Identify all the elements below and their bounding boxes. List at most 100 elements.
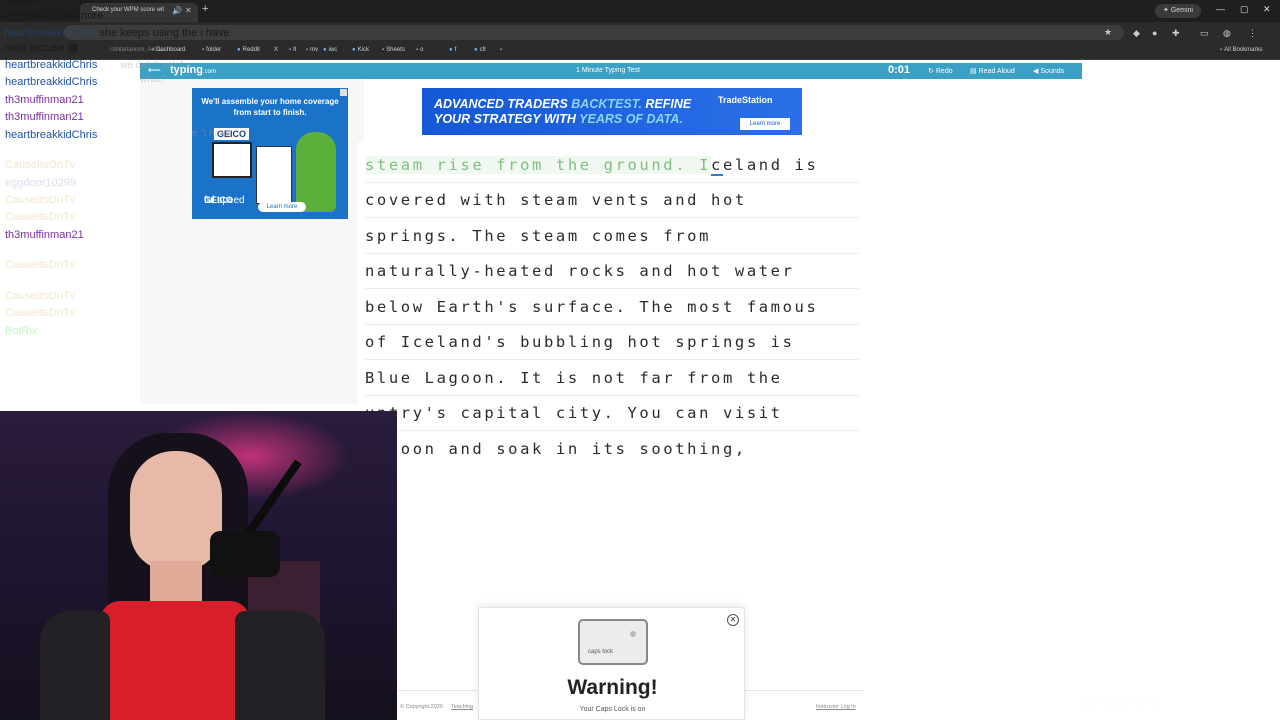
bookmark-item[interactable]: ● cfr bbox=[474, 47, 486, 53]
chat-username: eggdoor10299 bbox=[5, 177, 76, 189]
site-logo-suffix: .com bbox=[203, 69, 217, 75]
chat-username: eggdoor10299 bbox=[4, 0, 75, 5]
close-icon[interactable]: ✕ bbox=[727, 614, 739, 626]
instructor-login-link[interactable]: Instructor Log In bbox=[816, 704, 856, 710]
chat-username: heartbreakkidChris bbox=[5, 59, 98, 71]
profile-icon[interactable]: ◍ bbox=[1223, 28, 1231, 39]
typed-text: steam rise from the ground. I bbox=[365, 156, 712, 174]
all-bookmarks[interactable]: ▪ All Bookmarks bbox=[1220, 47, 1262, 53]
maximize-icon[interactable]: ▢ bbox=[1240, 4, 1249, 15]
bookmark-item[interactable]: ▪ bbox=[500, 47, 504, 53]
chat-username: CauseItsOnTv bbox=[5, 211, 76, 223]
ad-highlight: BACKTEST. bbox=[571, 97, 642, 111]
streamer-neck bbox=[150, 561, 202, 601]
chat-ghost-text: ful speed bbox=[204, 195, 245, 206]
text-line: of Iceland's bubbling hot springs is bbox=[365, 325, 859, 360]
text-line: steam rise from the ground. Iceland is bbox=[365, 148, 859, 183]
bookmark-label: Kick bbox=[357, 47, 369, 53]
puzzle-icon[interactable]: ✚ bbox=[1172, 28, 1180, 39]
bookmark-item[interactable]: ● f bbox=[449, 47, 456, 53]
gemini-label: Gemini bbox=[1170, 7, 1193, 14]
chat-message: heartbreakkidChris she keeps using the i… bbox=[4, 27, 230, 39]
text-line: covered with steam vents and hot bbox=[365, 183, 859, 218]
streamer-jacket bbox=[235, 611, 325, 720]
bookmark-item[interactable]: ▪ Sheets bbox=[382, 47, 405, 53]
extension-icon[interactable]: ◆ bbox=[1133, 28, 1140, 39]
untyped-text: eland is bbox=[722, 156, 819, 174]
bookmark-label: mv bbox=[310, 47, 319, 53]
warning-subtitle: Your Caps Lock is on bbox=[579, 706, 646, 713]
bookmark-label: folder bbox=[206, 47, 222, 53]
menu-icon[interactable]: ⋮ bbox=[1248, 28, 1257, 39]
streamer-face bbox=[130, 451, 222, 571]
caps-lock-key-label: caps lock bbox=[588, 649, 614, 655]
house-icon bbox=[212, 142, 252, 178]
sounds-button[interactable]: ◀ Sounds bbox=[1033, 67, 1064, 75]
browser-tab-bar: Check your WPM score wit 🔊 ✕ + ✦ Gemini … bbox=[0, 0, 1280, 22]
bookmark-item[interactable]: ▪ Dashboard bbox=[152, 47, 186, 53]
webcam-feed bbox=[0, 411, 397, 720]
sounds-label: Sounds bbox=[1040, 68, 1065, 75]
bookmark-item[interactable]: ▪ It bbox=[289, 47, 296, 53]
bookmark-label: o bbox=[420, 47, 424, 53]
bookmark-item[interactable]: ▪ mv bbox=[306, 47, 318, 53]
chat-text: nails excuse bbox=[4, 42, 65, 54]
text-line: naturally-heated rocks and hot water bbox=[365, 254, 859, 289]
ad-highlight: YEARS OF DATA. bbox=[579, 112, 683, 126]
read-aloud-button[interactable]: ▤ Read Aloud bbox=[970, 67, 1015, 75]
text-line: untry's capital city. You can visit bbox=[365, 396, 859, 431]
gecko-mascot bbox=[296, 132, 336, 212]
typing-text-area[interactable]: steam rise from the ground. Iceland is c… bbox=[358, 142, 864, 468]
copyright-text: © Copyright 2026 bbox=[400, 704, 443, 710]
geico-learn-more-button[interactable]: Learn more bbox=[258, 202, 306, 212]
chat-username: heartbreakkidChris bbox=[4, 27, 97, 39]
bookmark-item[interactable]: ● iwc bbox=[323, 47, 337, 53]
tradestation-learn-more-button[interactable]: Learn more bbox=[740, 118, 790, 130]
page-title: 1 Minute Typing Test bbox=[576, 67, 640, 74]
new-tab-icon[interactable]: + bbox=[202, 3, 208, 15]
text-line: lagoon and soak in its soothing, bbox=[365, 440, 747, 458]
chat-text: more bbox=[78, 10, 104, 22]
bookmark-label: X bbox=[274, 47, 279, 53]
streamer-jacket bbox=[40, 611, 110, 720]
bookmark-item[interactable]: ● Kick bbox=[352, 47, 369, 53]
chat-username: BotRix bbox=[5, 325, 38, 337]
chat-text: yes bbox=[78, 0, 95, 5]
star-icon[interactable]: ★ bbox=[1104, 27, 1112, 38]
bookmark-label: cfr bbox=[479, 47, 487, 53]
close-tab-icon[interactable]: ✕ bbox=[185, 6, 192, 15]
extension-icon[interactable]: ● bbox=[1152, 28, 1157, 38]
chat-username: th3muffinman21 bbox=[5, 229, 84, 241]
emote-icon: ▩ bbox=[67, 42, 79, 54]
redo-button[interactable]: ↻ Redo bbox=[928, 67, 953, 75]
current-character: c bbox=[711, 156, 723, 176]
download-icon[interactable]: ▭ bbox=[1200, 28, 1209, 39]
bookmark-label: Reddit bbox=[242, 47, 260, 53]
chat-ghost-text: what? bbox=[140, 74, 167, 85]
bookmark-label: Sheets bbox=[386, 47, 405, 53]
teaching-link[interactable]: Teaching bbox=[451, 704, 473, 710]
chat-username: CauseItsOnTv bbox=[5, 159, 76, 171]
bookmark-label: iwc bbox=[328, 47, 338, 53]
site-header: ⟵ typing.com 1 Minute Typing Test 0:01 ↻… bbox=[140, 63, 1082, 79]
ad-close-icon[interactable] bbox=[340, 89, 347, 96]
tradestation-logo: TradeStation bbox=[718, 95, 773, 105]
bookmark-item[interactable]: ▪ o bbox=[416, 47, 423, 53]
all-bookmarks-label: All Bookmarks bbox=[1224, 47, 1263, 53]
chat-username: heartbreakkidChris bbox=[5, 76, 98, 88]
bookmark-item[interactable]: ▪ folder bbox=[202, 47, 221, 53]
read-aloud-label: Read Aloud bbox=[978, 68, 1015, 75]
bookmark-item[interactable]: ● Reddit bbox=[237, 47, 260, 53]
speaker-icon[interactable]: 🔊 bbox=[172, 6, 182, 15]
bookmark-item[interactable]: X bbox=[274, 47, 278, 53]
tradestation-headline: ADVANCED TRADERS BACKTEST. REFINE YOUR S… bbox=[434, 97, 704, 127]
chat-username: CauseItsOnTv bbox=[5, 290, 76, 302]
minimize-icon[interactable]: — bbox=[1216, 4, 1225, 14]
chat-username: eggdoor10299 bbox=[4, 10, 75, 22]
chat-message: eggdoor10299 yes bbox=[4, 0, 95, 5]
timer: 0:01 bbox=[888, 64, 911, 76]
gemini-button[interactable]: ✦ Gemini bbox=[1155, 4, 1201, 18]
chat-username: CauseItsOnTv bbox=[5, 194, 76, 206]
tradestation-ad[interactable]: ADVANCED TRADERS BACKTEST. REFINE YOUR S… bbox=[422, 88, 802, 135]
close-window-icon[interactable]: ✕ bbox=[1263, 4, 1271, 15]
